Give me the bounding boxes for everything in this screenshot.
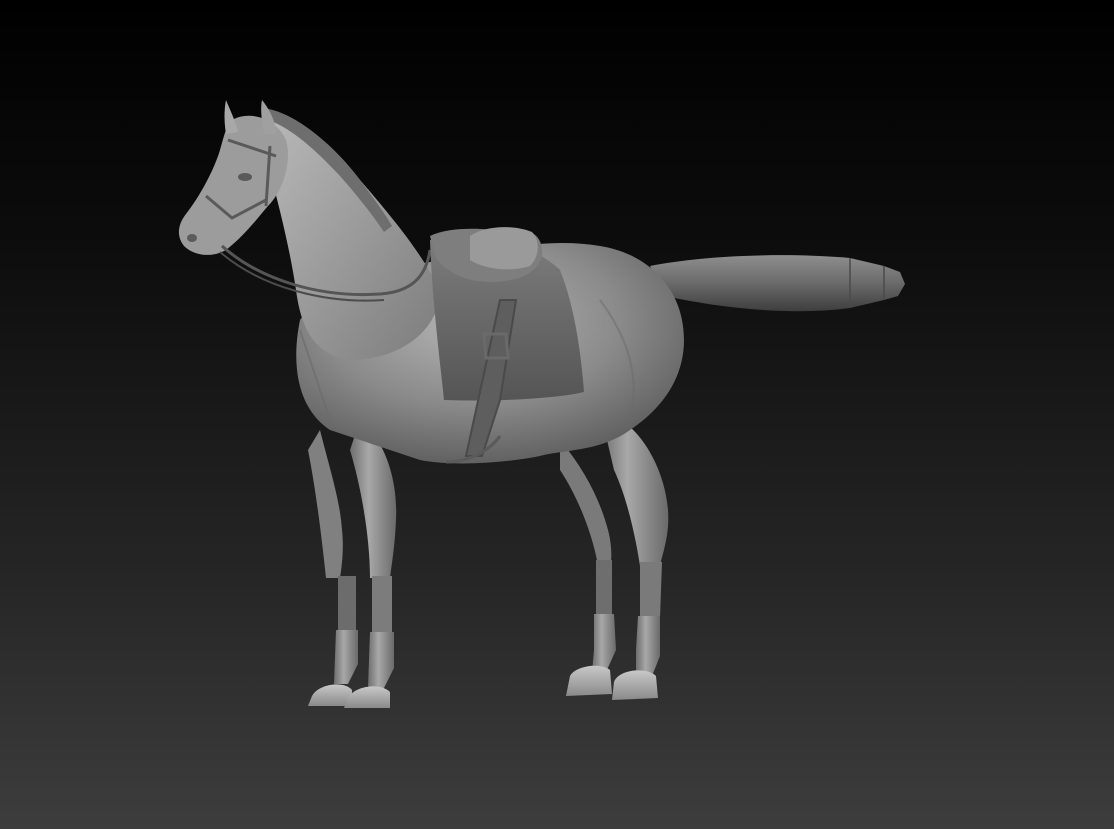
horse-model[interactable] (0, 0, 1114, 829)
horse-tail (650, 255, 905, 312)
horse-neck (268, 118, 440, 360)
sculpt-viewport-canvas[interactable] (0, 0, 1114, 829)
horse-far-hind-leg (560, 440, 616, 696)
horse-far-fore-leg (308, 430, 358, 706)
horse-head (178, 100, 288, 255)
